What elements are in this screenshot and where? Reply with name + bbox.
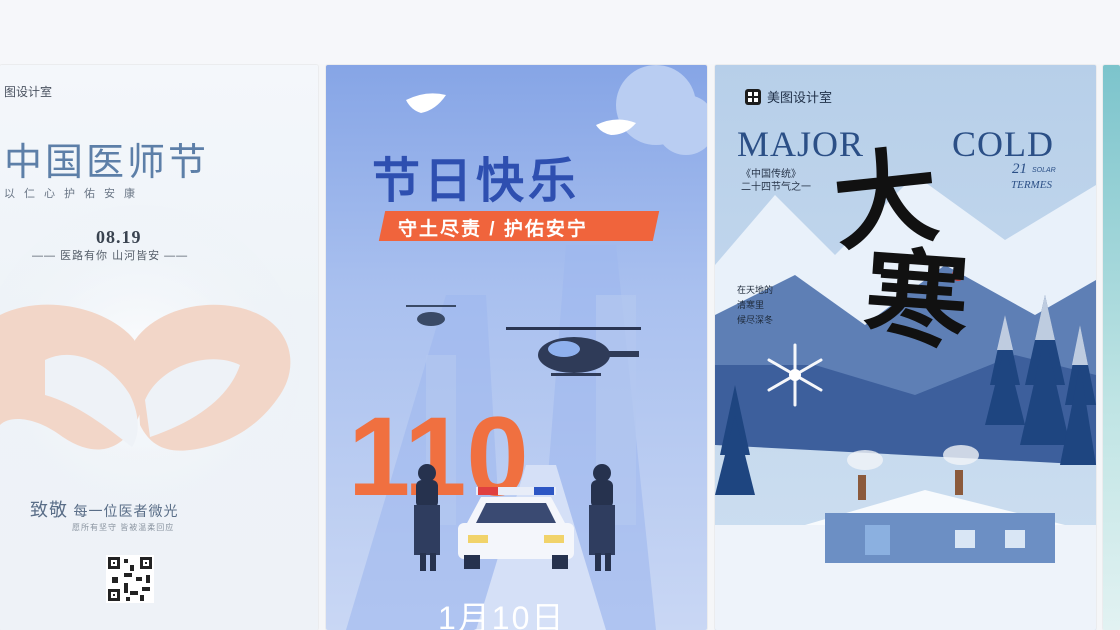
- poem-line-1: 在天地的: [737, 285, 774, 295]
- card-date: 08.19: [96, 227, 142, 247]
- card-title: 中国医师节: [4, 142, 210, 184]
- solar-term-number: 21: [1012, 161, 1027, 177]
- salute-small: 每一位医者微光: [73, 505, 179, 520]
- poem-line-2: 清寒里: [737, 300, 765, 310]
- poem-line-3: 候尽深冬: [737, 315, 774, 325]
- card-brand: 图设计室: [4, 85, 53, 99]
- big-char-2: 寒: [860, 234, 973, 365]
- termes-label: TERMES: [1011, 179, 1052, 191]
- template-card-doctors-day[interactable]: 图设计室 中国医师节 以仁心护佑安康 08.19 —— 医路有你 山河皆安 ——…: [0, 65, 318, 630]
- template-card-partial[interactable]: [1103, 65, 1120, 630]
- card-brand: 美图设计室: [767, 90, 833, 105]
- card-motto: —— 医路有你 山河皆安 ——: [32, 250, 189, 262]
- card-date: 1月10日: [438, 600, 566, 630]
- card-salute: 致敬 每一位医者微光: [30, 496, 179, 522]
- top-bar: [0, 0, 1120, 64]
- card-subtitle: 以仁心护佑安康: [4, 188, 144, 200]
- template-card-police-day[interactable]: 110 节日快乐 守土尽责 / 护佑安宁 1月10日: [326, 65, 707, 630]
- card-title: 节日快乐: [372, 155, 581, 208]
- card-small-line: 愿所有坚守 皆被温柔回应: [72, 523, 175, 532]
- template-card-major-cold[interactable]: 美图设计室 MAJOR COLD 《中国传统》 二十四节气之一 21 SOLAR…: [715, 65, 1096, 630]
- salute-big: 致敬: [30, 500, 68, 520]
- card-banner: 守土尽责 / 护佑安宁: [398, 219, 588, 240]
- solar-label: SOLAR: [1032, 167, 1056, 174]
- traditional-line-2: 二十四节气之一: [741, 182, 811, 193]
- title-cold: COLD: [952, 124, 1054, 164]
